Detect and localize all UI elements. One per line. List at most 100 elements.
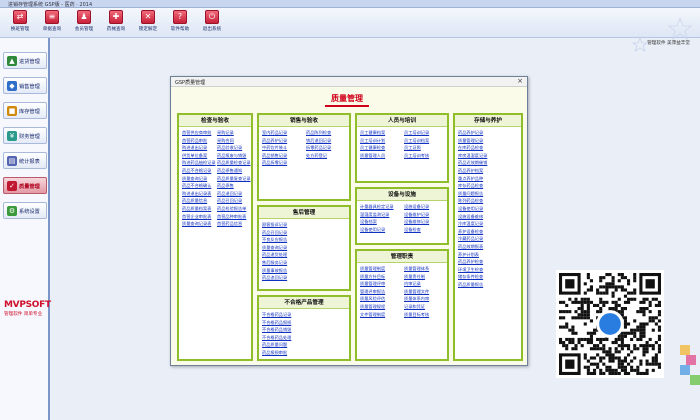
quality-record-link[interactable]: 药品报损审批 [262, 350, 287, 356]
quality-record-link[interactable]: 销后退回记录 [306, 138, 331, 144]
quality-record-link[interactable]: 药品陈列检查 [306, 130, 331, 136]
quality-record-link[interactable]: 拆零药品记录 [306, 145, 331, 151]
sidebar-item-6[interactable]: ⚙ 系统设置 [3, 202, 47, 219]
quality-record-link[interactable]: 药品近效期催销 [458, 160, 487, 166]
quality-record-link[interactable]: 质量管理制度 [360, 266, 385, 272]
quality-record-link[interactable]: 质量管理规程 [360, 304, 385, 310]
quality-record-link[interactable]: 质量风险评估 [360, 296, 385, 302]
sidebar-item-5[interactable]: ✓ 质量管理 [3, 177, 47, 194]
toolbar-button-1[interactable]: ≡ 单据查询 [38, 10, 66, 36]
sidebar-item-4[interactable]: ▤ 统计报表 [3, 152, 47, 169]
sidebar-item-3[interactable]: ¥ 财务管理 [3, 127, 47, 144]
quality-record-link[interactable]: 质量管理体系 [404, 266, 429, 272]
toolbar-button-2[interactable]: ♟ 会员管理 [70, 10, 98, 36]
quality-record-link[interactable]: 药品检验报告单 [217, 206, 246, 212]
quality-record-link[interactable]: 质量管理评审 [360, 281, 385, 287]
toolbar-button-6[interactable]: ⏻ 退出系统 [198, 10, 226, 36]
toolbar-button-0[interactable]: ⇄ 换班管理 [6, 10, 34, 36]
toolbar-button-3[interactable]: ✚ 药械查询 [102, 10, 130, 36]
sidebar-item-0[interactable]: ▲ 进货管理 [3, 52, 47, 69]
quality-record-link[interactable]: 设施设备记录 [404, 204, 429, 210]
quality-record-link[interactable]: 采购记录 [217, 130, 234, 136]
close-icon[interactable]: × [517, 77, 523, 85]
quality-record-link[interactable]: 养护计划表 [458, 252, 479, 258]
quality-record-link[interactable]: 环境卫生检查 [458, 267, 483, 273]
quality-record-link[interactable]: 首营供应商审批 [182, 130, 211, 136]
quality-record-link[interactable]: 质量事故报告 [262, 268, 287, 274]
quality-record-link[interactable]: 库房温湿度记录 [458, 153, 487, 159]
quality-record-link[interactable]: 设备使用记录 [360, 227, 385, 233]
quality-record-link[interactable]: 药品质量信息 [182, 198, 207, 204]
quality-record-link[interactable]: 员工证照 [404, 145, 421, 151]
quality-record-link[interactable]: 员工培训考核 [404, 153, 429, 159]
quality-record-link[interactable]: 质量查询记录 [262, 245, 287, 251]
quality-record-link[interactable]: 首营药品信息 [217, 221, 242, 227]
quality-record-link[interactable]: 设备档案 [360, 219, 377, 225]
quality-record-link[interactable]: 不合格药品处理 [262, 335, 291, 341]
quality-record-link[interactable]: 药品销售记录 [262, 153, 287, 159]
quality-record-link[interactable]: 顾客投诉记录 [262, 222, 287, 228]
quality-record-link[interactable]: 药品养护记录 [458, 130, 483, 136]
quality-record-link[interactable]: 药品质量复查记录 [217, 176, 251, 182]
quality-record-link[interactable]: 不合格药品报损 [262, 320, 291, 326]
quality-record-link[interactable]: 设备检查 [404, 227, 421, 233]
quality-record-link[interactable]: 药品养护档案 [458, 168, 483, 174]
quality-record-link[interactable]: 不合格药品记录 [262, 312, 291, 318]
quality-record-link[interactable]: 供货单位备案 [182, 153, 207, 159]
quality-record-link[interactable]: 药品养护检查 [458, 259, 483, 265]
quality-record-link[interactable]: 文件管理制度 [360, 312, 385, 318]
sidebar-item-2[interactable]: ■ 库存管理 [3, 102, 47, 119]
quality-record-link[interactable]: 药品停售 [217, 183, 234, 189]
quality-record-link[interactable]: 设施设备维修 [458, 214, 483, 220]
quality-record-link[interactable]: 质量查询记录表 [182, 221, 211, 227]
quality-record-link[interactable]: 室内药品记录 [262, 130, 287, 136]
quality-record-link[interactable]: 设备使用记录 [458, 206, 483, 212]
quality-record-link[interactable]: 质量管理人员 [360, 153, 385, 159]
quality-record-link[interactable]: 养护设备检查 [458, 229, 483, 235]
quality-record-link[interactable]: 采购合同 [217, 138, 234, 144]
quality-record-link[interactable]: 购进药品抽检记录 [182, 160, 216, 166]
quality-record-link[interactable]: 在库药品检查 [458, 145, 483, 151]
quality-record-link[interactable]: 药品质量检查记录 [217, 160, 251, 166]
quality-record-link[interactable]: 员工培训计划 [360, 138, 385, 144]
quality-record-link[interactable]: 不合格药品销毁 [262, 327, 291, 333]
quality-record-link[interactable]: 药品报废与销毁 [217, 153, 246, 159]
quality-record-link[interactable]: 处方药登记 [306, 153, 327, 159]
quality-record-link[interactable]: 质量目标考核 [404, 312, 429, 318]
quality-record-link[interactable]: 质量体系内审 [404, 296, 429, 302]
quality-record-link[interactable]: 陈列药品检查 [458, 198, 483, 204]
quality-record-link[interactable]: 售后服务记录 [262, 260, 287, 266]
quality-record-link[interactable]: 首营品种审批表 [217, 214, 246, 220]
quality-record-link[interactable]: 质量管理记录 [458, 138, 483, 144]
quality-record-link[interactable]: 设备维修记录 [404, 219, 429, 225]
quality-record-link[interactable]: 中药饮片装斗 [262, 145, 287, 151]
quality-record-link[interactable]: 员工健康档案 [360, 130, 385, 136]
toolbar-button-5[interactable]: ? 软件帮助 [166, 10, 194, 36]
quality-record-link[interactable]: 药品质量问题 [262, 342, 287, 348]
quality-record-link[interactable]: 员工健康检查 [360, 145, 385, 151]
sidebar-item-1[interactable]: ◆ 销售管理 [3, 77, 47, 94]
quality-record-link[interactable]: 质量责任制 [404, 274, 425, 280]
quality-record-link[interactable]: 库存药品检查 [458, 183, 483, 189]
quality-record-link[interactable]: 不良反应报告 [262, 237, 287, 243]
quality-record-link[interactable]: 质量查询记录 [182, 176, 207, 182]
quality-record-link[interactable]: 购进退出记录表 [182, 191, 211, 197]
quality-record-link[interactable]: 药品退回记录 [217, 191, 242, 197]
quality-record-link[interactable]: 药品养护记录 [262, 138, 287, 144]
quality-record-link[interactable]: 质量问题报告 [458, 191, 483, 197]
quality-record-link[interactable]: 药品退货处理 [262, 252, 287, 258]
quality-record-link[interactable]: 药品质量报告 [458, 282, 483, 288]
quality-record-link[interactable]: 管理评审报告 [360, 289, 385, 295]
quality-record-link[interactable]: 药品质量档案表 [182, 206, 211, 212]
quality-record-link[interactable]: 重点养护品种 [458, 176, 483, 182]
quality-record-link[interactable]: 温湿度监测记录 [360, 212, 389, 218]
quality-record-link[interactable]: 药品不合格记录 [182, 168, 211, 174]
quality-record-link[interactable]: 购进退出记录 [182, 145, 207, 151]
toolbar-button-4[interactable]: ✕ 锁定解定 [134, 10, 162, 36]
quality-record-link[interactable]: 药品拆零记录 [262, 160, 287, 166]
quality-record-link[interactable]: 储存条件检查 [458, 274, 483, 280]
quality-record-link[interactable]: 内审记录 [404, 281, 421, 287]
quality-record-link[interactable]: 药品追回记录 [262, 275, 287, 281]
quality-record-link[interactable]: 员工培训档案 [404, 138, 429, 144]
quality-record-link[interactable]: 药品效期报表 [458, 244, 483, 250]
